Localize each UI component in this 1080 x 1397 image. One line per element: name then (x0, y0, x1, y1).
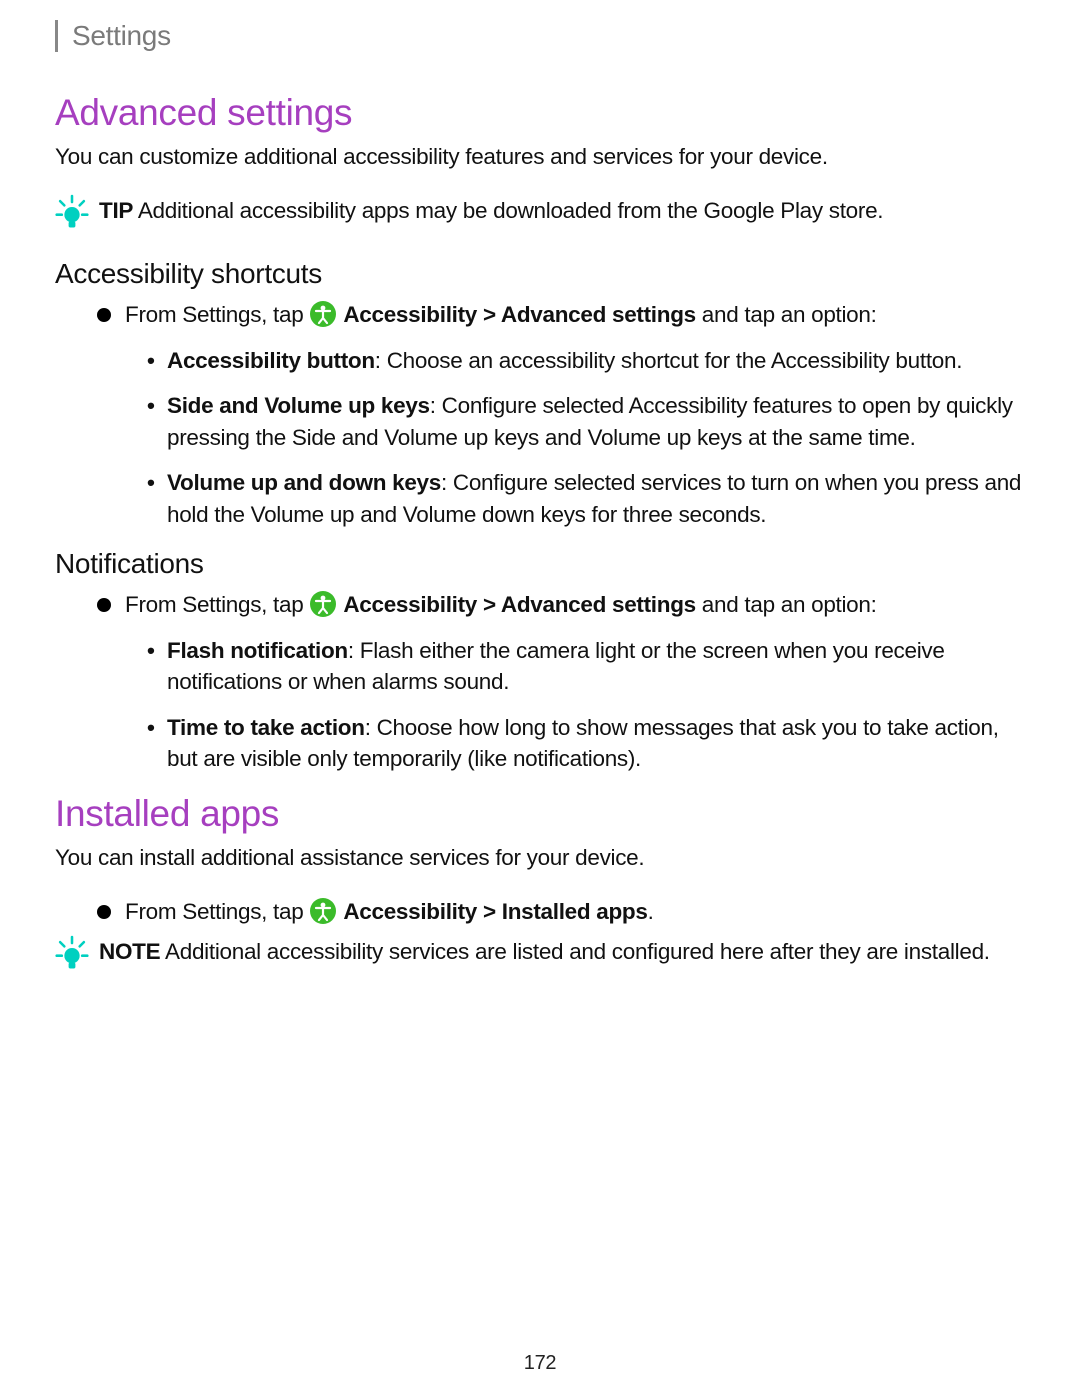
options-list-shortcuts: Accessibility button: Choose an accessib… (147, 345, 1025, 531)
breadcrumb-bar: Settings (55, 20, 1025, 52)
document-page: Settings Advanced settings You can custo… (0, 0, 1080, 1397)
tip-callout: TIP Additional accessibility apps may be… (55, 196, 1025, 232)
options-list-notifications: Flash notification: Flash either the cam… (147, 635, 1025, 775)
note-label: NOTE (99, 939, 160, 964)
step-marker-icon (95, 306, 113, 324)
note-text: NOTE Additional accessibility services a… (99, 937, 1025, 967)
lightbulb-icon (55, 194, 89, 232)
heading-notifications: Notifications (55, 548, 1025, 580)
breadcrumb: Settings (72, 20, 171, 51)
step-marker-icon (95, 903, 113, 921)
lightbulb-icon (55, 935, 89, 973)
list-item: Time to take action: Choose how long to … (147, 712, 1025, 775)
accessibility-icon (310, 301, 336, 327)
installed-apps-intro: You can install additional assistance se… (55, 843, 1025, 873)
list-item: Accessibility button: Choose an accessib… (147, 345, 1025, 377)
step-marker-icon (95, 596, 113, 614)
tip-text: TIP Additional accessibility apps may be… (99, 196, 1025, 226)
page-number: 172 (0, 1352, 1080, 1375)
list-item: Side and Volume up keys: Configure selec… (147, 390, 1025, 453)
note-callout: NOTE Additional accessibility services a… (55, 937, 1025, 973)
step-text: From Settings, tap Accessibility > Advan… (125, 590, 1025, 620)
step-accessibility-shortcuts: From Settings, tap Accessibility > Advan… (95, 300, 1025, 330)
step-text: From Settings, tap Accessibility > Advan… (125, 300, 1025, 330)
heading-accessibility-shortcuts: Accessibility shortcuts (55, 258, 1025, 290)
step-text: From Settings, tap Accessibility > Insta… (125, 897, 1025, 927)
step-installed-apps: From Settings, tap Accessibility > Insta… (95, 897, 1025, 927)
heading-advanced-settings: Advanced settings (55, 92, 1025, 134)
accessibility-icon (310, 898, 336, 924)
step-notifications: From Settings, tap Accessibility > Advan… (95, 590, 1025, 620)
list-item: Volume up and down keys: Configure selec… (147, 467, 1025, 530)
accessibility-icon (310, 591, 336, 617)
tip-label: TIP (99, 198, 133, 223)
heading-installed-apps: Installed apps (55, 793, 1025, 835)
advanced-settings-intro: You can customize additional accessibili… (55, 142, 1025, 172)
list-item: Flash notification: Flash either the cam… (147, 635, 1025, 698)
